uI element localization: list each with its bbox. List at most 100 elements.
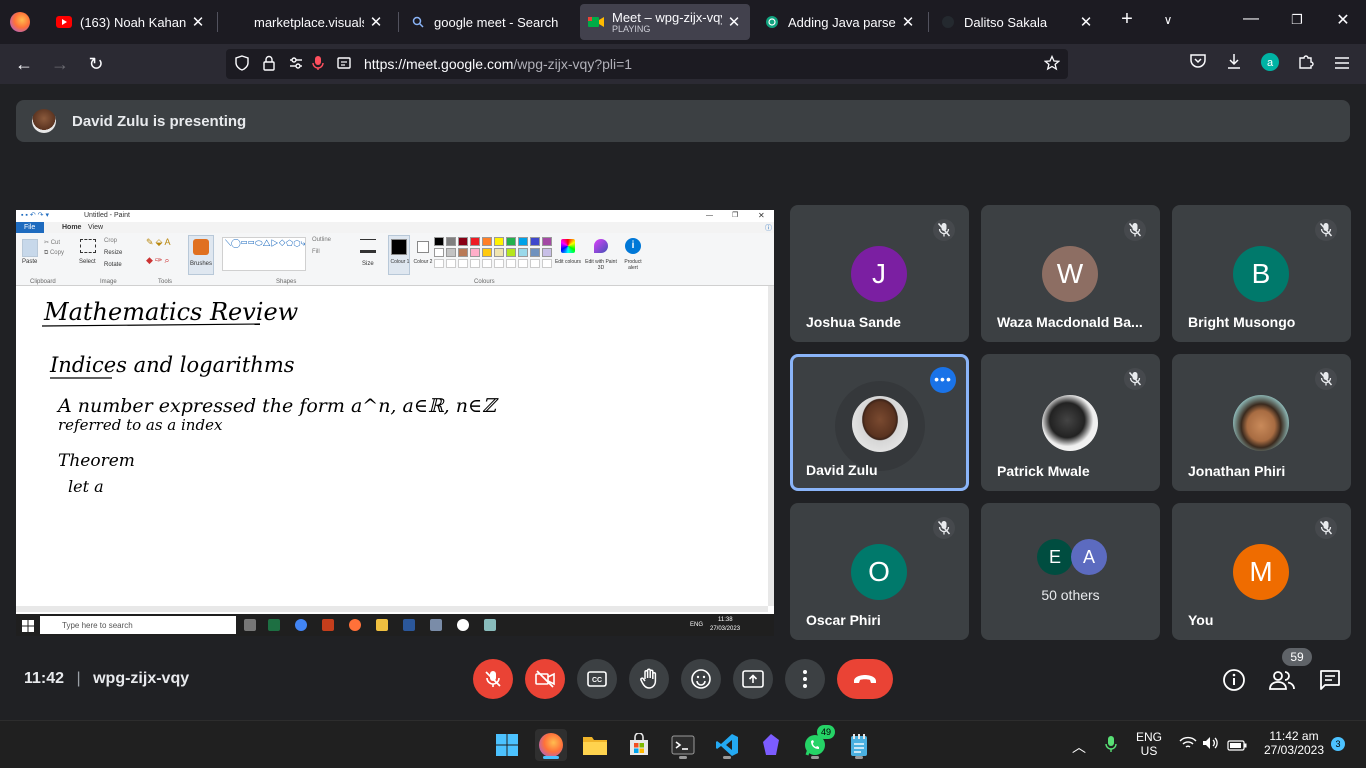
minimize-icon: — bbox=[706, 212, 713, 219]
pocket-icon[interactable] bbox=[1186, 52, 1210, 76]
account-icon[interactable]: a bbox=[1258, 52, 1282, 76]
chat-button[interactable] bbox=[1317, 667, 1343, 693]
participant-tile[interactable]: O Oscar Phiri bbox=[790, 503, 969, 640]
taskbar-obsidian[interactable] bbox=[755, 729, 787, 761]
taskbar-vscode[interactable] bbox=[711, 729, 743, 761]
more-options-button[interactable] bbox=[785, 659, 825, 699]
people-icon bbox=[1269, 671, 1295, 690]
participant-tile[interactable]: Patrick Mwale bbox=[981, 354, 1160, 491]
participant-tile-active[interactable]: ••• David Zulu bbox=[790, 354, 969, 491]
palette-swatch bbox=[542, 248, 552, 257]
divider: | bbox=[76, 670, 81, 687]
taskbar-firefox[interactable] bbox=[535, 729, 567, 761]
forward-arrow-icon[interactable]: → bbox=[48, 52, 72, 76]
participant-tile[interactable]: J Joshua Sande bbox=[790, 205, 969, 342]
palette-swatch bbox=[506, 237, 516, 246]
others-tile[interactable]: E A 50 others bbox=[981, 503, 1160, 640]
palette-swatch-empty bbox=[542, 259, 552, 268]
page-info-icon[interactable] bbox=[336, 55, 352, 74]
taskbar-notepad[interactable] bbox=[843, 729, 875, 761]
meeting-details-button[interactable] bbox=[1221, 667, 1247, 693]
tab-meet[interactable]: Meet – wpg-zijx-vqy PLAYING ✕ bbox=[580, 4, 750, 40]
taskbar-store[interactable] bbox=[623, 729, 655, 761]
taskbar-whatsapp[interactable]: 49 bbox=[799, 725, 835, 761]
bookmark-star-icon[interactable] bbox=[1043, 54, 1061, 74]
participant-name: You bbox=[1188, 612, 1214, 628]
language-indicator[interactable]: ENG US bbox=[1136, 730, 1162, 758]
taskbar-terminal[interactable] bbox=[667, 729, 699, 761]
menu-hamburger-icon[interactable] bbox=[1330, 52, 1354, 76]
tools-icon: ◆✑⌕ bbox=[146, 255, 172, 265]
lock-icon[interactable] bbox=[262, 55, 276, 74]
back-arrow-icon[interactable]: ← bbox=[12, 52, 36, 76]
raise-hand-button[interactable] bbox=[629, 659, 669, 699]
participant-tile[interactable]: Jonathan Phiri bbox=[1172, 354, 1351, 491]
close-tab-icon[interactable]: ✕ bbox=[900, 13, 916, 31]
leave-call-button[interactable] bbox=[837, 659, 893, 699]
participant-name: Waza Macdonald Ba... bbox=[997, 314, 1143, 330]
paint-copy-label: ⧉ Copy bbox=[44, 250, 64, 256]
permissions-icon[interactable] bbox=[288, 55, 304, 74]
paint-colour1-label: Colour 1 bbox=[390, 259, 410, 265]
remote-taskbar-time: 11:38 bbox=[718, 617, 733, 623]
palette-swatch bbox=[518, 237, 528, 246]
paint-vertical-scrollbar bbox=[768, 286, 774, 606]
reactions-button[interactable] bbox=[681, 659, 721, 699]
info-icon bbox=[1223, 669, 1245, 691]
participant-tile-self[interactable]: M You bbox=[1172, 503, 1351, 640]
maximize-icon: ❐ bbox=[732, 212, 739, 219]
downloads-icon[interactable] bbox=[1222, 52, 1246, 76]
paint-horizontal-scrollbar bbox=[16, 606, 768, 612]
wifi-icon[interactable] bbox=[1179, 736, 1197, 755]
list-tabs-chevron-icon[interactable]: ∨ bbox=[1156, 13, 1180, 27]
meeting-code: wpg-zijx-vqy bbox=[93, 670, 190, 687]
extensions-icon[interactable] bbox=[1294, 52, 1318, 76]
palette-swatch bbox=[446, 248, 456, 257]
camera-toggle-button[interactable] bbox=[525, 659, 565, 699]
battery-icon[interactable] bbox=[1227, 738, 1247, 756]
close-window-button[interactable]: ✕ bbox=[1331, 10, 1355, 30]
paint-canvas: Mathematics Review Indices and logarithm… bbox=[16, 286, 768, 606]
tab-dalitso[interactable]: Dalitso Sakala ✕ bbox=[932, 4, 1102, 40]
tab-marketplace[interactable]: marketplace.visualstudio.c ✕ bbox=[222, 4, 392, 40]
notification-count-badge[interactable]: 3 bbox=[1331, 737, 1345, 751]
windows-start-button[interactable] bbox=[491, 729, 523, 761]
shared-screen[interactable]: Untitled - Paint ▪ ▪ ↶ ↷ ▾ — ❐ ✕ Home Vi… bbox=[16, 210, 774, 636]
close-tab-icon[interactable]: ✕ bbox=[190, 13, 206, 31]
close-tab-icon[interactable]: ✕ bbox=[726, 13, 742, 31]
firefox-icon[interactable] bbox=[10, 12, 30, 32]
tab-title: google meet - Search bbox=[434, 14, 559, 30]
url-text[interactable]: https://meet.google.com/wpg-zijx-vqy?pli… bbox=[364, 56, 632, 72]
restore-button[interactable]: ❐ bbox=[1285, 12, 1309, 28]
close-tab-icon[interactable]: ✕ bbox=[1078, 13, 1094, 31]
paint-group-tools: Tools bbox=[158, 279, 173, 285]
microphone-in-use-icon[interactable] bbox=[1104, 735, 1118, 758]
url-bar[interactable]: https://meet.google.com/wpg-zijx-vqy?pli… bbox=[226, 49, 1068, 79]
microphone-active-icon[interactable] bbox=[312, 55, 324, 74]
captions-button[interactable]: CC bbox=[577, 659, 617, 699]
volume-icon[interactable] bbox=[1202, 736, 1220, 755]
present-screen-button[interactable] bbox=[733, 659, 773, 699]
shield-icon[interactable] bbox=[234, 55, 250, 74]
paste-icon bbox=[22, 239, 38, 257]
minimize-button[interactable]: — bbox=[1239, 10, 1263, 28]
more-options-button[interactable]: ••• bbox=[930, 367, 956, 393]
palette-swatch bbox=[518, 248, 528, 257]
participant-tile[interactable]: W Waza Macdonald Ba... bbox=[981, 205, 1160, 342]
chevron-up-icon[interactable]: ︿ bbox=[1072, 737, 1086, 757]
tab-youtube[interactable]: (163) Noah Kahan - Fa ✕ bbox=[48, 4, 214, 40]
palette-swatch-empty bbox=[518, 259, 528, 268]
taskbar-clock[interactable]: 11:42 am 27/03/2023 bbox=[1262, 729, 1326, 757]
paint-menu-file: File bbox=[16, 222, 44, 233]
people-button[interactable] bbox=[1269, 667, 1295, 693]
reload-icon[interactable]: ↻ bbox=[84, 52, 108, 76]
tab-google-search[interactable]: google meet - Search bbox=[402, 4, 576, 40]
new-tab-button[interactable]: + bbox=[1115, 8, 1139, 31]
participant-tile[interactable]: B Bright Musongo bbox=[1172, 205, 1351, 342]
taskbar-file-explorer[interactable] bbox=[579, 729, 611, 761]
close-tab-icon[interactable]: ✕ bbox=[368, 13, 384, 31]
running-indicator bbox=[679, 756, 687, 759]
tab-chatgpt[interactable]: Adding Java parser wit ✕ bbox=[756, 4, 924, 40]
microphone-toggle-button[interactable] bbox=[473, 659, 513, 699]
mic-off-icon bbox=[1315, 219, 1337, 241]
